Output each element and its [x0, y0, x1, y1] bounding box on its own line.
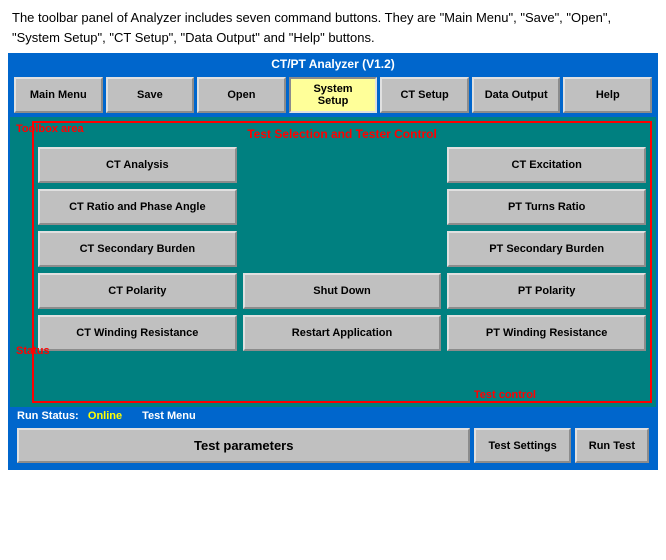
status-row: Run Status: Online Test Menu: [11, 408, 655, 424]
toolbar-btn-save[interactable]: Save: [106, 77, 195, 113]
run-test-button[interactable]: Run Test: [575, 428, 649, 463]
btn-pt-secondary-burden[interactable]: PT Secondary Burden: [447, 231, 646, 267]
btn-restart-application[interactable]: Restart Application: [243, 315, 442, 351]
button-grid: CT Analysis CT Excitation CT Ratio and P…: [38, 147, 646, 351]
test-control-label: Test control: [474, 389, 536, 401]
window-title: CT/PT Analyzer (V1.2): [271, 57, 395, 71]
toolbar-btn-open[interactable]: Open: [197, 77, 286, 113]
title-bar: CT/PT Analyzer (V1.2): [10, 55, 656, 73]
btn-ct-analysis[interactable]: CT Analysis: [38, 147, 237, 183]
intro-text: The toolbar panel of Analyzer includes s…: [0, 0, 666, 53]
status-label: Status: [16, 345, 50, 357]
bottom-buttons-row: Test parameters Test Settings Run Test: [11, 424, 655, 467]
btn-ct-ratio-phase[interactable]: CT Ratio and Phase Angle: [38, 189, 237, 225]
toolbar-btn-data-output[interactable]: Data Output: [472, 77, 561, 113]
toolbar-btn-main-menu[interactable]: Main Menu: [14, 77, 103, 113]
toolbox-area-label: Toolbox area: [16, 123, 84, 135]
btn-empty-3: [243, 231, 442, 267]
main-area: Toolbox area Status Test control Test Se…: [10, 117, 656, 407]
btn-ct-winding-resistance[interactable]: CT Winding Resistance: [38, 315, 237, 351]
center-panel: Test Selection and Tester Control CT Ana…: [32, 121, 652, 403]
btn-ct-secondary-burden[interactable]: CT Secondary Burden: [38, 231, 237, 267]
btn-empty-1: [243, 147, 442, 183]
btn-pt-polarity[interactable]: PT Polarity: [447, 273, 646, 309]
run-status-value: Online: [88, 410, 122, 422]
center-panel-title: Test Selection and Tester Control: [38, 127, 646, 141]
toolbar-btn-help[interactable]: Help: [563, 77, 652, 113]
btn-pt-winding-resistance[interactable]: PT Winding Resistance: [447, 315, 646, 351]
test-menu-label: Test Menu: [142, 410, 196, 422]
app-window: CT/PT Analyzer (V1.2) Main Menu Save Ope…: [8, 53, 658, 470]
test-parameters-button[interactable]: Test parameters: [17, 428, 470, 463]
test-settings-button[interactable]: Test Settings: [474, 428, 570, 463]
toolbar-btn-system-setup[interactable]: System Setup: [289, 77, 378, 113]
btn-shut-down[interactable]: Shut Down: [243, 273, 442, 309]
btn-pt-turns-ratio[interactable]: PT Turns Ratio: [447, 189, 646, 225]
toolbar: Main Menu Save Open System Setup CT Setu…: [10, 73, 656, 117]
run-status-label: Run Status: Online: [17, 410, 122, 422]
btn-ct-excitation[interactable]: CT Excitation: [447, 147, 646, 183]
btn-ct-polarity[interactable]: CT Polarity: [38, 273, 237, 309]
btn-empty-2: [243, 189, 442, 225]
toolbar-btn-ct-setup[interactable]: CT Setup: [380, 77, 469, 113]
bottom-bar: Run Status: Online Test Menu Test parame…: [10, 407, 656, 468]
right-bottom-buttons: Test Settings Run Test: [474, 428, 649, 463]
